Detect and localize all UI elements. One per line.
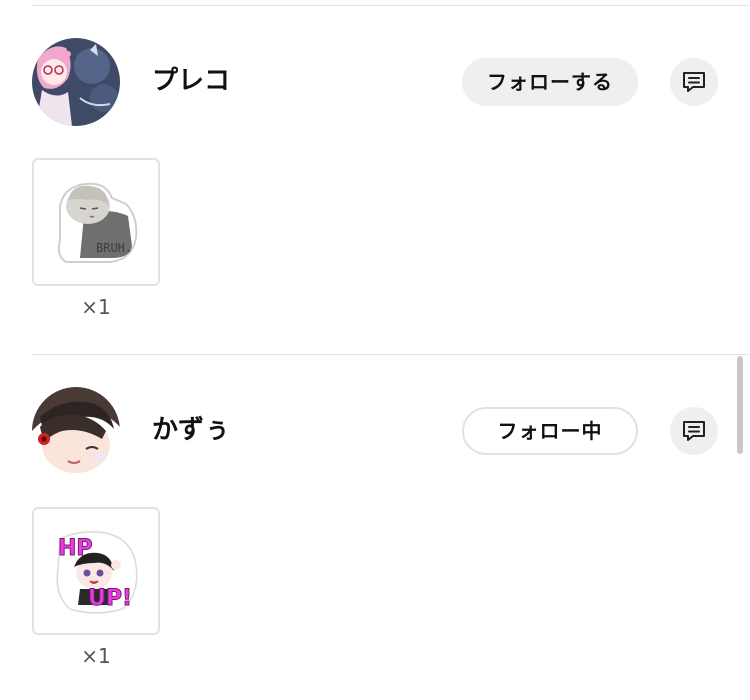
message-icon [683, 421, 705, 441]
avatar-image [32, 38, 120, 126]
avatar[interactable] [32, 387, 120, 475]
message-icon [683, 72, 705, 92]
bruh-sticker-icon: BRUH. [57, 182, 138, 263]
avatar[interactable] [32, 38, 120, 126]
username[interactable]: プレコ [152, 65, 230, 97]
message-button[interactable] [670, 407, 718, 455]
message-button[interactable] [670, 58, 718, 106]
divider [32, 354, 750, 355]
username[interactable]: かずぅ [152, 414, 230, 446]
sticker-count: ×1 [81, 295, 111, 319]
divider [32, 5, 750, 6]
following-button[interactable]: フォロー中 [462, 407, 638, 455]
avatar-image [32, 387, 120, 475]
gift-senders-list: プレコ フォローする BRUH. ×1 かずぅ フォロー中 HP UP! ×1 [0, 0, 750, 700]
svg-text:UP!: UP! [88, 586, 132, 611]
hp-up-sticker-icon: HP UP! [56, 531, 138, 614]
svg-text:BRUH.: BRUH. [96, 241, 132, 255]
scrollbar[interactable] [737, 356, 743, 454]
sticker-count: ×1 [81, 644, 111, 668]
follow-button[interactable]: フォローする [462, 58, 638, 106]
sticker-card[interactable]: HP UP! [32, 507, 160, 635]
sticker-card[interactable]: BRUH. [32, 158, 160, 286]
